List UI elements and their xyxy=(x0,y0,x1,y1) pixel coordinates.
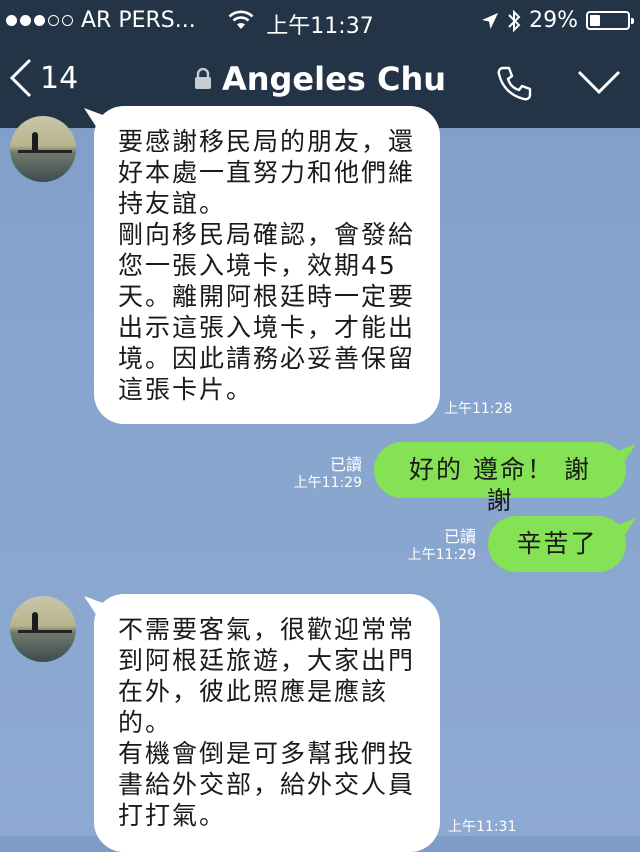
lock-icon xyxy=(194,68,211,89)
chat-title: Angeles Chu xyxy=(194,60,446,98)
read-receipt: 已讀 上午11:29 xyxy=(407,527,476,564)
message-text: 好的 遵命！ 謝謝 xyxy=(409,455,591,515)
read-receipt: 已讀 上午11:29 xyxy=(293,455,362,492)
outgoing-message-bubble[interactable]: 辛苦了 xyxy=(488,516,626,572)
contact-avatar[interactable] xyxy=(10,596,76,662)
menu-toggle-button[interactable] xyxy=(576,68,622,100)
contact-avatar[interactable] xyxy=(10,116,76,182)
battery-percent: 29% xyxy=(529,8,578,33)
message-text: 要感謝移民局的朋友，還 好本處一直努力和他們維 持友誼。 剛向移民局確認，會發給… xyxy=(118,127,416,404)
location-arrow-icon xyxy=(482,12,499,29)
incoming-message-bubble[interactable]: 不需要客氣，很歡迎常常 到阿根廷旅遊，大家出門 在外，彼此照應是應該 的。 有機… xyxy=(94,594,440,852)
message-text: 不需要客氣，很歡迎常常 到阿根廷旅遊，大家出門 在外，彼此照應是應該 的。 有機… xyxy=(118,615,416,830)
call-button[interactable] xyxy=(494,64,534,108)
battery-icon xyxy=(586,11,634,30)
bluetooth-icon xyxy=(508,9,521,32)
message-timestamp: 上午11:29 xyxy=(407,547,476,563)
contact-name: Angeles Chu xyxy=(221,60,447,98)
outgoing-message-bubble[interactable]: 好的 遵命！ 謝謝 xyxy=(374,442,626,515)
message-timestamp: 上午11:28 xyxy=(444,401,513,417)
chevron-down-icon xyxy=(577,70,621,95)
incoming-message-bubble[interactable]: 要感謝移民局的朋友，還 好本處一直努力和他們維 持友誼。 剛向移民局確認，會發給… xyxy=(94,106,440,424)
message-timestamp: 上午11:31 xyxy=(448,819,517,835)
status-bar: AR PERS... 上午11:37 29% xyxy=(0,0,640,42)
message-text: 辛苦了 xyxy=(516,529,598,558)
message-list[interactable]: 要感謝移民局的朋友，還 好本處一直努力和他們維 持友誼。 剛向移民局確認，會發給… xyxy=(0,106,640,852)
phone-icon xyxy=(497,66,532,101)
message-timestamp: 上午11:29 xyxy=(293,475,362,491)
